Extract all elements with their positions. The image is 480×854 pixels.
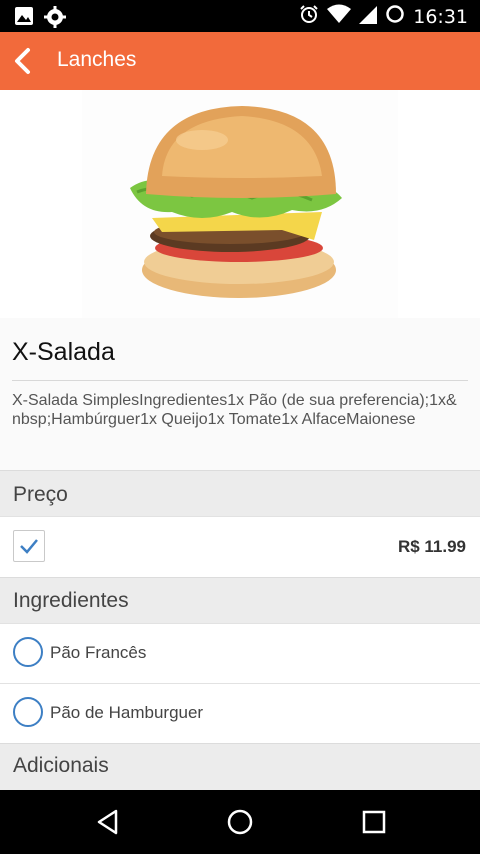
back-triangle-icon[interactable] [94, 808, 122, 841]
home-circle-icon[interactable] [226, 808, 254, 841]
section-title: Preço [13, 483, 68, 506]
price-option-row[interactable]: R$ 11.99 [0, 516, 480, 577]
product-name: X-Salada [12, 338, 115, 366]
section-header-ingredients: Ingredientes [0, 577, 480, 624]
radio-button[interactable] [13, 637, 43, 667]
burger-image [82, 90, 398, 318]
alarm-icon [299, 4, 319, 29]
app-bar: Lanches [0, 32, 480, 90]
ingredient-option-row[interactable]: Pão de Hamburguer [0, 683, 480, 744]
signal-icon [359, 4, 378, 29]
back-chevron-icon[interactable] [10, 46, 38, 76]
settings-gear-icon [44, 6, 66, 33]
image-icon [14, 6, 34, 33]
product-description: X-Salada SimplesIngredientes1x Pão (de s… [12, 392, 457, 428]
section-title: Ingredientes [13, 589, 129, 612]
wifi-icon [327, 4, 352, 29]
section-header-extras: Adicionais [0, 743, 480, 791]
radio-button[interactable] [13, 697, 43, 727]
section-header-price: Preço [0, 470, 480, 517]
checkmark-icon [20, 539, 38, 554]
battery-icon [385, 4, 405, 29]
price-checkbox[interactable] [13, 530, 45, 562]
status-bar: 16:31 [0, 0, 480, 32]
option-label: Pão Francês [50, 643, 147, 662]
ingredient-option-row[interactable]: Pão Francês [0, 623, 480, 684]
product-info: X-Salada X-Salada SimplesIngredientes1x … [0, 318, 480, 470]
price-value: R$ 11.99 [397, 537, 466, 556]
product-image-container [0, 90, 480, 318]
recents-square-icon[interactable] [360, 808, 388, 841]
divider [12, 380, 468, 381]
section-title: Adicionais [13, 754, 109, 777]
option-label: Pão de Hamburguer [50, 703, 204, 722]
page-title: Lanches [57, 48, 137, 71]
system-nav-bar [0, 790, 480, 854]
clock-time: 16:31 [413, 5, 468, 28]
